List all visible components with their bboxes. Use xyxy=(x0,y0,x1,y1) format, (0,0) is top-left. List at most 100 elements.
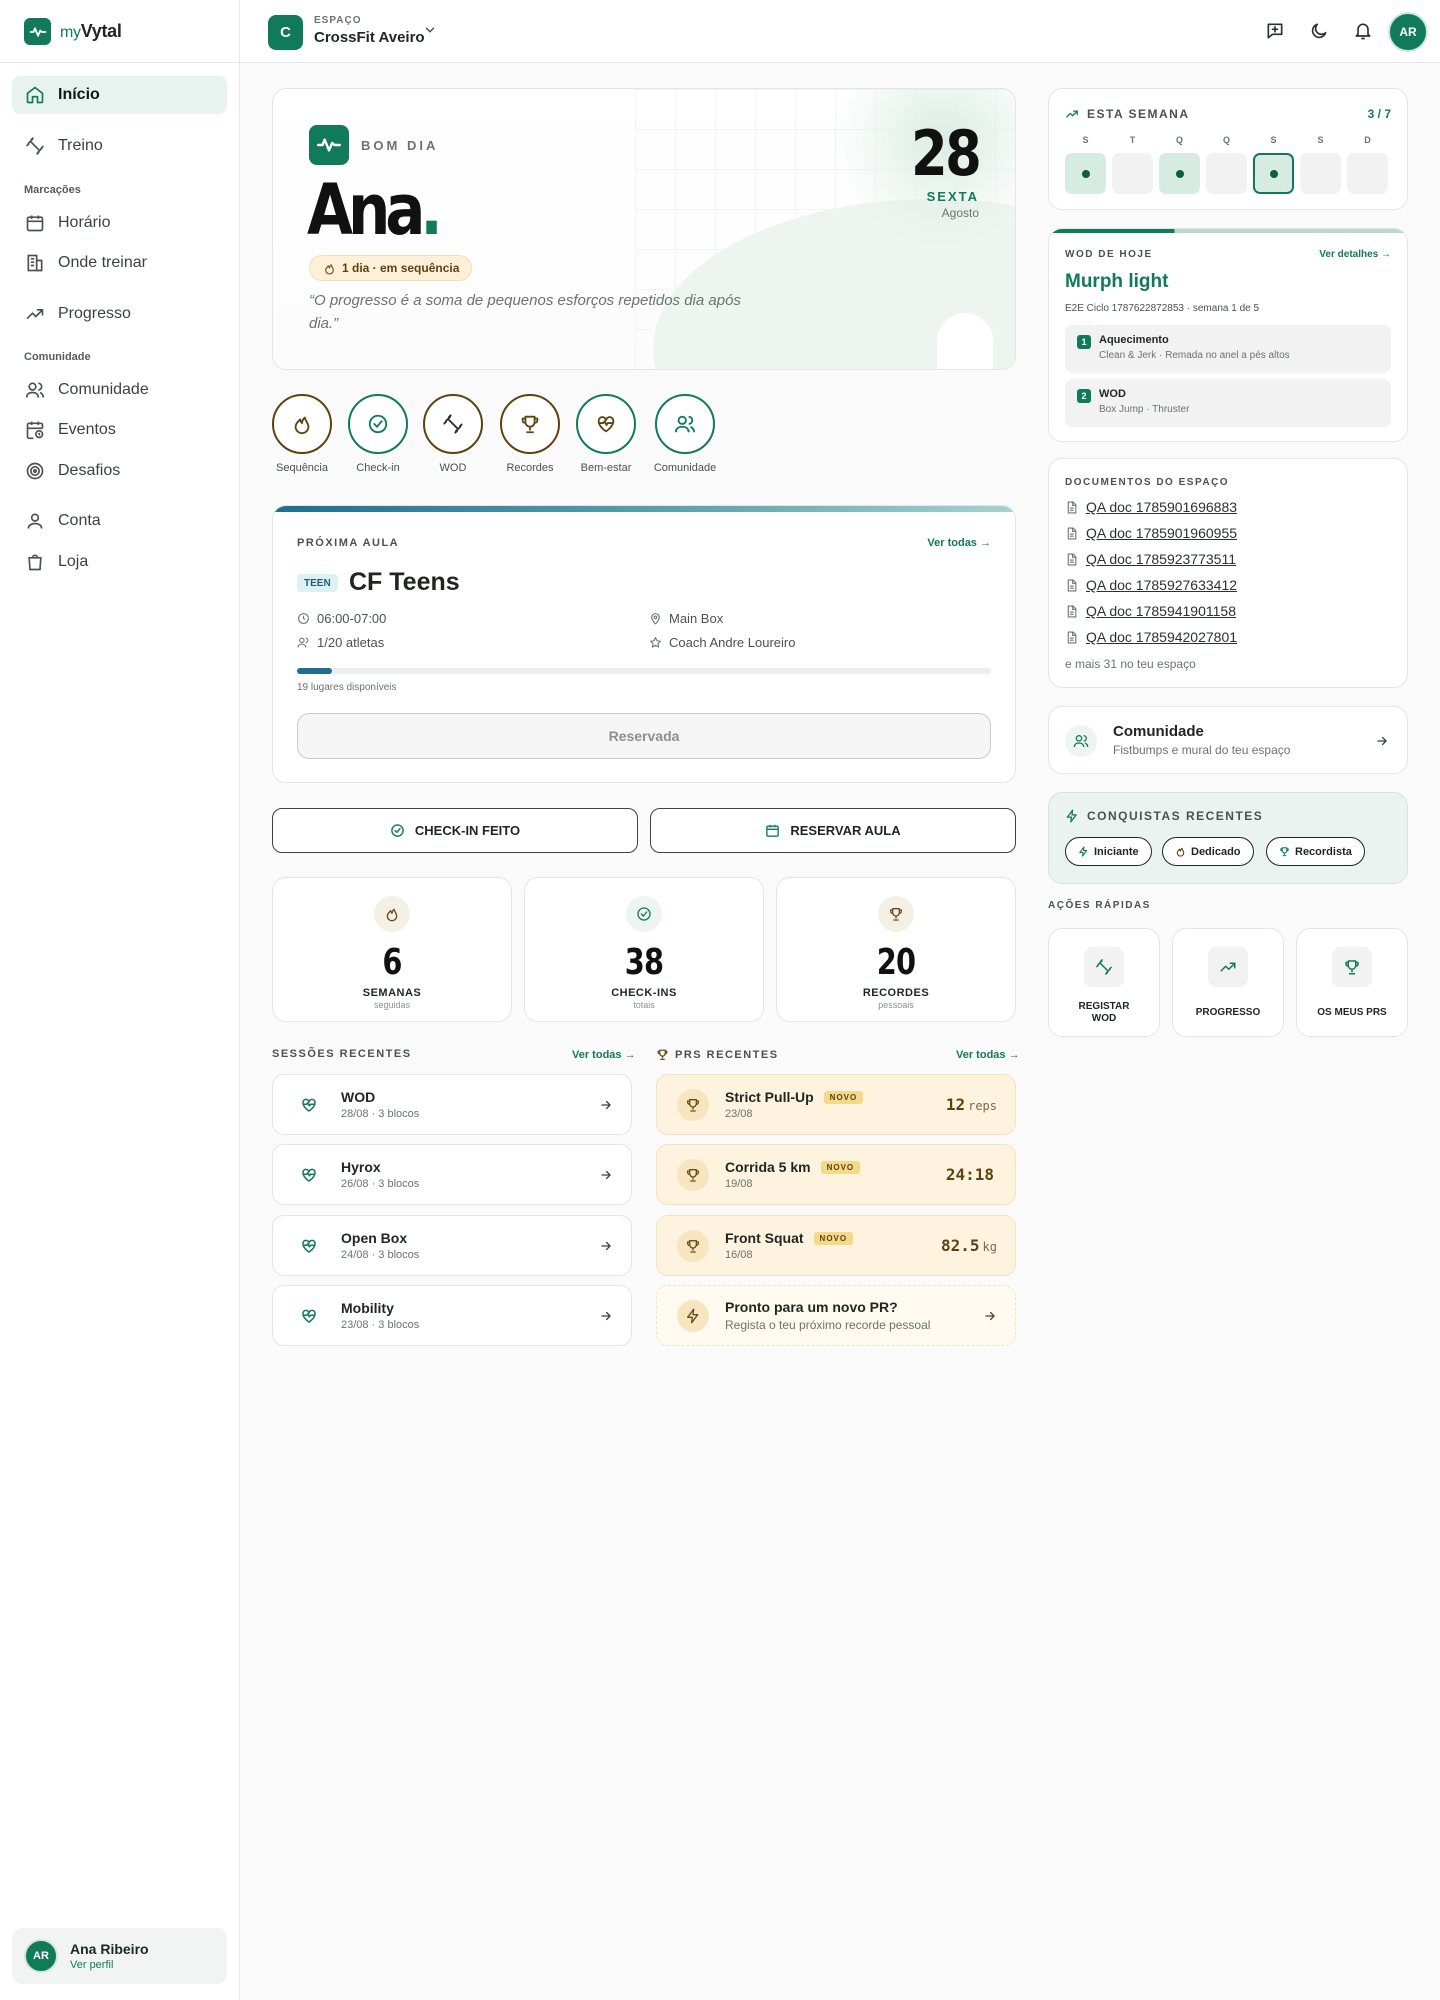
community-card[interactable]: Comunidade Fistbumps e mural do teu espa… xyxy=(1048,706,1408,774)
session-row[interactable]: Mobility 23/08 · 3 blocos xyxy=(272,1285,632,1346)
quick-sequencia[interactable]: Sequência xyxy=(262,394,342,474)
zap-icon xyxy=(677,1299,709,1332)
document-link[interactable]: QA doc 1785901960955 xyxy=(1065,525,1237,541)
sidebar-item-label: Progresso xyxy=(58,305,131,322)
sidebar-divider xyxy=(0,62,240,63)
sidebar-item-comunidade[interactable]: Comunidade xyxy=(12,371,227,409)
pr-row[interactable]: Corrida 5 km NOVO 19/08 24:18 xyxy=(656,1144,1016,1205)
file-icon xyxy=(1065,631,1078,644)
new-badge: NOVO xyxy=(813,1231,854,1245)
see-all-prs-link[interactable]: Ver todas → xyxy=(956,1049,1020,1061)
sidebar-item-progresso[interactable]: Progresso xyxy=(12,295,227,333)
chevron-down-icon[interactable] xyxy=(423,23,437,37)
document-link[interactable]: QA doc 1785941901158 xyxy=(1065,603,1236,619)
user-first-name: Ana. xyxy=(307,169,443,251)
attended-dot xyxy=(1269,169,1278,178)
app-logo[interactable]: myVytal xyxy=(24,18,122,45)
sidebar-item-loja[interactable]: Loja xyxy=(12,543,227,581)
block-number: 2 xyxy=(1077,389,1091,403)
sidebar-item-treino[interactable]: Treino xyxy=(12,127,227,165)
sidebar-item-horario[interactable]: Horário xyxy=(12,204,227,242)
week-day-box xyxy=(1347,153,1388,194)
class-athletes: 1/20 atletas xyxy=(297,635,384,650)
view-profile-link[interactable]: Ver perfil xyxy=(70,1959,149,1971)
achievement-chip[interactable]: Dedicado xyxy=(1162,837,1254,866)
dumbbell-icon xyxy=(24,135,46,157)
users-icon xyxy=(673,412,697,436)
sidebar-item-inicio[interactable]: Início xyxy=(12,76,227,114)
next-class-label: PRÓXIMA AULA xyxy=(297,537,400,549)
arrow-right-icon: → xyxy=(980,537,991,549)
sidebar-item-eventos[interactable]: Eventos xyxy=(12,411,227,449)
session-row[interactable]: Open Box 24/08 · 3 blocos xyxy=(272,1215,632,1276)
user-avatar-button[interactable]: AR xyxy=(1388,12,1428,52)
session-title: Hyrox xyxy=(341,1159,381,1175)
pr-value: 82.5 kg xyxy=(941,1236,997,1255)
quick-comunidade[interactable]: Comunidade xyxy=(645,394,725,474)
check-in-done-button[interactable]: CHECK-IN FEITO xyxy=(272,808,638,853)
quick-action-progress[interactable]: PROGRESSO xyxy=(1172,928,1284,1037)
sidebar-item-label: Treino xyxy=(58,137,103,154)
pr-row[interactable]: Strict Pull-Up NOVO 23/08 12 reps xyxy=(656,1074,1016,1135)
document-link[interactable]: QA doc 1785901696883 xyxy=(1065,499,1237,515)
sidebar-item-desafios[interactable]: Desafios xyxy=(12,452,227,490)
achievement-chip[interactable]: Recordista xyxy=(1266,837,1365,866)
block-title: Aquecimento xyxy=(1099,334,1169,346)
workspace-documents-card: DOCUMENTOS DO ESPAÇO QA doc 178590169688… xyxy=(1048,458,1408,688)
week-day-label: Q xyxy=(1222,135,1230,145)
bell-icon[interactable] xyxy=(1352,20,1374,42)
quick-recordes[interactable]: Recordes xyxy=(490,394,570,474)
date-day: 28 xyxy=(910,117,982,190)
class-name: CF Teens xyxy=(349,568,460,596)
check-circle-icon xyxy=(390,823,405,838)
quick-wod[interactable]: WOD xyxy=(413,394,493,474)
sidebar-item-label: Eventos xyxy=(58,421,116,438)
file-icon xyxy=(1065,527,1078,540)
week-day-label: S xyxy=(1082,135,1089,145)
reserved-button[interactable]: Reservada xyxy=(297,713,991,759)
card-accent-bar xyxy=(273,506,1015,512)
file-icon xyxy=(1065,553,1078,566)
arrow-right-icon xyxy=(599,1309,613,1323)
session-title: WOD xyxy=(341,1089,376,1105)
pr-row[interactable]: Front Squat NOVO 16/08 82.5 kg xyxy=(656,1215,1016,1276)
document-link[interactable]: QA doc 1785942027801 xyxy=(1065,629,1237,645)
community-subtitle: Fistbumps e mural do teu espaço xyxy=(1113,743,1291,757)
week-day-label: D xyxy=(1364,135,1371,145)
pr-date: 23/08 xyxy=(725,1108,753,1120)
workspace-name[interactable]: CrossFit Aveiro xyxy=(314,29,425,46)
cta-title: Pronto para um novo PR? xyxy=(725,1299,898,1315)
workspace-badge[interactable]: C xyxy=(268,15,303,50)
see-all-classes-link[interactable]: Ver todas → xyxy=(927,537,991,549)
week-day-label: T xyxy=(1129,135,1136,145)
wod-details-link[interactable]: Ver detalhes → xyxy=(1319,249,1391,260)
moon-icon[interactable] xyxy=(1308,20,1330,42)
session-row[interactable]: WOD 28/08 · 3 blocos xyxy=(272,1074,632,1135)
stat-label: RECORDES xyxy=(862,987,930,999)
quick-action-register-wod[interactable]: REGISTAR WOD xyxy=(1048,928,1160,1037)
message-plus-icon[interactable] xyxy=(1264,20,1286,42)
reserve-class-button[interactable]: RESERVAR AULA xyxy=(650,808,1016,853)
document-link[interactable]: QA doc 1785923773511 xyxy=(1065,551,1236,567)
profile-name: Ana Ribeiro xyxy=(70,1941,149,1957)
quick-action-my-prs[interactable]: OS MEUS PRS xyxy=(1296,928,1408,1037)
new-pr-cta[interactable]: Pronto para um novo PR? Regista o teu pró… xyxy=(656,1285,1016,1346)
class-coach: Coach Andre Loureiro xyxy=(649,635,795,650)
sidebar-item-onde-treinar[interactable]: Onde treinar xyxy=(12,244,227,282)
document-link[interactable]: QA doc 1785927633412 xyxy=(1065,577,1237,593)
sidebar-item-conta[interactable]: Conta xyxy=(12,502,227,540)
user-profile-card[interactable]: AR Ana Ribeiro Ver perfil xyxy=(12,1928,227,1984)
sidebar: myVytal Início Treino Marcações Horário … xyxy=(0,0,240,2000)
trophy-icon xyxy=(518,412,542,436)
card-accent-bar xyxy=(1049,229,1407,233)
session-row[interactable]: Hyrox 26/08 · 3 blocos xyxy=(272,1144,632,1205)
week-day-box xyxy=(1300,153,1341,194)
quick-bem-estar[interactable]: Bem-estar xyxy=(566,394,646,474)
wod-block[interactable]: 2 WOD Box Jump · Thruster xyxy=(1065,379,1391,427)
achievement-chip[interactable]: Iniciante xyxy=(1065,837,1152,866)
see-all-sessions-link[interactable]: Ver todas → xyxy=(572,1049,636,1061)
wod-block[interactable]: 1 Aquecimento Clean & Jerk · Remada no a… xyxy=(1065,325,1391,373)
heart-pulse-icon xyxy=(293,1089,325,1121)
quick-check-in[interactable]: Check-in xyxy=(338,394,418,474)
check-circle-icon xyxy=(366,412,390,436)
